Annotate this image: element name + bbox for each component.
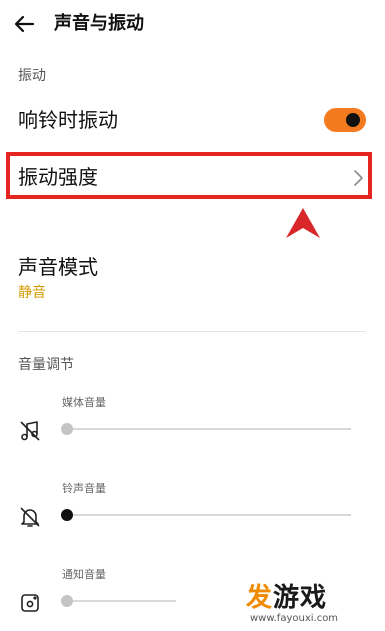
chevron-right-icon	[354, 170, 363, 186]
pointer-arrow-icon	[286, 208, 320, 238]
sound-mode-row[interactable]: 声音模式 静音	[0, 250, 385, 310]
watermark-url: www.fayouxi.com	[250, 613, 339, 624]
back-arrow-icon	[14, 15, 35, 33]
notification-icon	[21, 594, 39, 612]
ringtone-volume-slider-row: 铃声音量	[0, 481, 385, 531]
section-label-volume: 音量调节	[18, 357, 74, 373]
ring-vibrate-label: 响铃时振动	[18, 108, 118, 132]
media-volume-track[interactable]	[66, 428, 351, 430]
bell-off-icon	[20, 507, 40, 527]
notification-volume-slider-row: 通知音量	[0, 567, 385, 617]
divider	[18, 331, 366, 332]
notification-volume-track[interactable]	[66, 600, 176, 602]
sound-mode-value: 静音	[18, 285, 46, 301]
music-off-icon	[20, 421, 40, 441]
notification-volume-label: 通知音量	[62, 568, 106, 581]
ringtone-volume-track[interactable]	[66, 514, 351, 516]
toggle-knob	[346, 113, 360, 127]
section-label-vibration: 振动	[18, 68, 46, 84]
back-button[interactable]	[10, 9, 40, 39]
media-volume-slider-row: 媒体音量	[0, 395, 385, 445]
ringtone-volume-thumb[interactable]	[61, 509, 73, 521]
ringtone-volume-label: 铃声音量	[62, 482, 106, 495]
page-title: 声音与振动	[54, 13, 144, 34]
highlight-box	[6, 152, 372, 199]
media-volume-thumb[interactable]	[61, 423, 73, 435]
sound-mode-label: 声音模式	[18, 255, 98, 279]
ring-vibrate-toggle[interactable]	[324, 108, 366, 132]
watermark-logo: 发游戏	[246, 583, 328, 613]
notification-volume-thumb[interactable]	[61, 595, 73, 607]
media-volume-label: 媒体音量	[62, 396, 106, 409]
